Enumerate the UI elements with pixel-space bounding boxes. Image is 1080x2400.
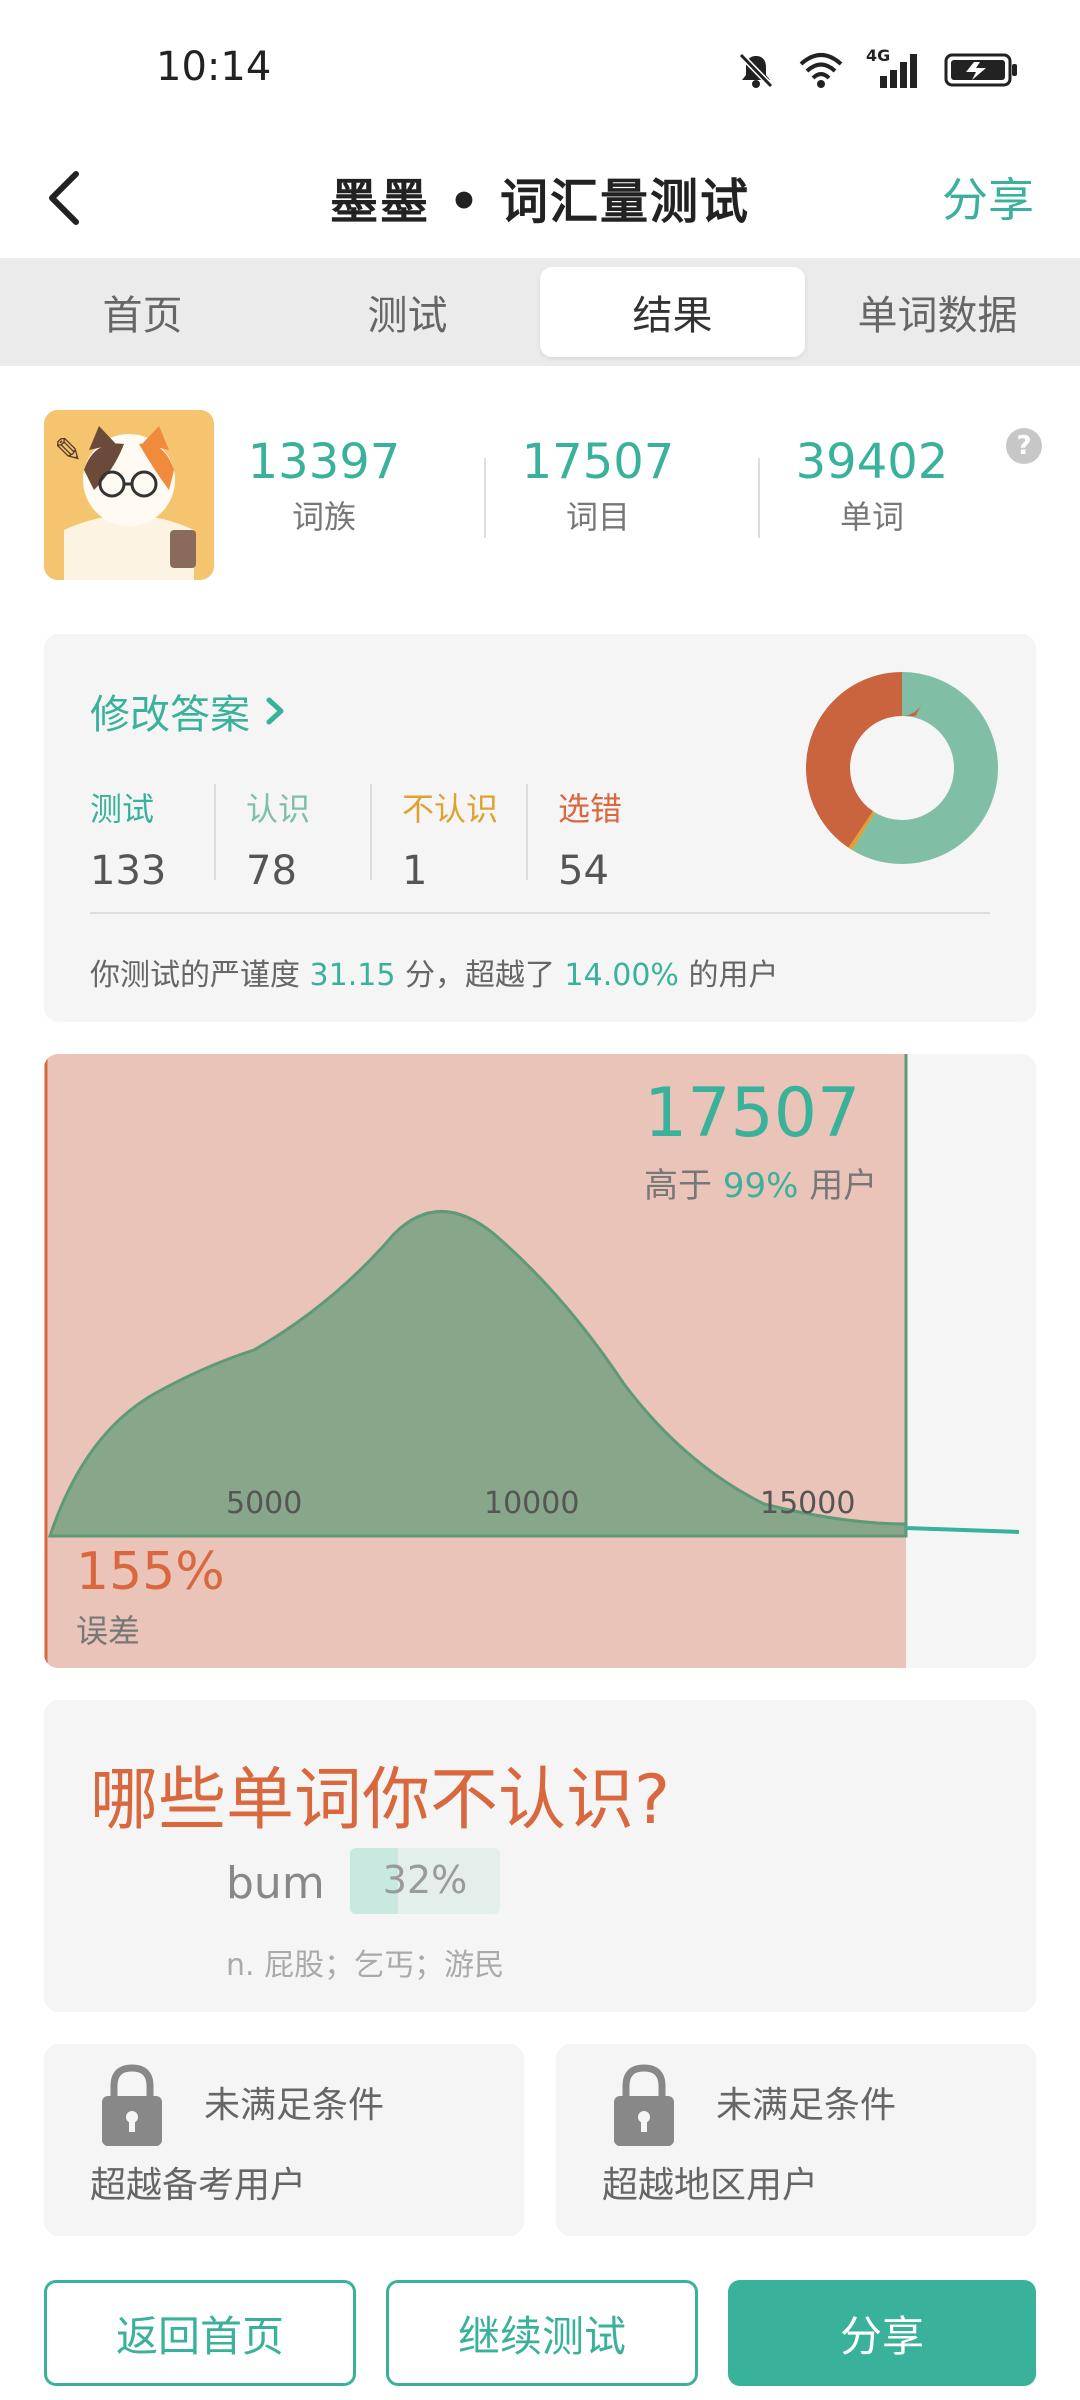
result-percentile: 高于 99% 用户 — [644, 1158, 877, 1207]
achievement-card-exam[interactable]: 未满足条件 超越备考用户 — [44, 2044, 524, 2236]
network-label: 4G — [866, 46, 891, 65]
edit-answers-link[interactable]: 修改答案 — [90, 682, 286, 740]
divider — [370, 784, 372, 880]
percentile-suffix: 用户 — [798, 1166, 878, 1206]
lock-icon — [614, 2064, 674, 2146]
tab-test[interactable]: 测试 — [275, 267, 540, 357]
answer-donut-chart — [806, 672, 998, 864]
status-time: 10:14 — [156, 44, 272, 90]
metric-known: 认识 78 — [246, 784, 310, 894]
bell-muted-icon — [738, 52, 774, 89]
unknown-words-card[interactable]: 哪些单词你不认识? bum 32% n. 屁股；乞丐；游民 — [44, 1700, 1036, 2012]
unknown-word-percent-bar: 32% — [350, 1848, 500, 1914]
stat-value: 13397 — [247, 434, 401, 490]
percentile-value: 99% — [722, 1166, 799, 1206]
achievement-status: 未满足条件 — [204, 2085, 385, 2126]
metric-wrong: 选错 54 — [558, 784, 622, 894]
unknown-word-definition: n. 屁股；乞丐；游民 — [226, 1948, 505, 1983]
percentile-prefix: 高于 — [644, 1166, 723, 1206]
help-icon[interactable]: ? — [1006, 428, 1042, 464]
rigor-percent: 14.00% — [564, 958, 679, 993]
divider — [484, 458, 486, 538]
tab-result[interactable]: 结果 — [540, 267, 805, 357]
metric-label: 不认识 — [402, 790, 499, 828]
rigor-suffix: 的用户 — [678, 958, 779, 993]
avatar: ✎ — [44, 410, 214, 580]
result-value: 17507 — [644, 1074, 861, 1153]
divider — [214, 784, 216, 880]
share-link[interactable]: 分享 — [942, 164, 1034, 230]
stat-headword: 17507 词目 — [498, 434, 698, 538]
chevron-right-icon — [266, 697, 284, 725]
metric-unknown: 不认识 1 — [402, 784, 498, 894]
metric-tested: 测试 133 — [90, 784, 166, 894]
metric-value: 133 — [90, 848, 167, 894]
achievement-status: 未满足条件 — [716, 2085, 897, 2126]
distribution-tail-line — [905, 1526, 1020, 1534]
divider — [90, 912, 990, 914]
rigor-score: 31.15 — [309, 958, 396, 993]
continue-test-button[interactable]: 继续测试 — [386, 2280, 698, 2386]
metric-value: 78 — [246, 848, 297, 894]
stat-label: 单词 — [839, 498, 904, 536]
stat-label: 词族 — [291, 498, 356, 536]
unknown-word-percent: 32% — [382, 1858, 468, 1902]
metric-value: 1 — [402, 848, 428, 894]
unknown-word: bum — [226, 1858, 325, 1909]
metric-label: 测试 — [90, 790, 155, 828]
vocabulary-stats: ✎ 13397 词族 17507 词目 39402 单词 ? — [44, 410, 1044, 580]
stat-value: 39402 — [795, 434, 949, 490]
achievement-description: 超越地区用户 — [602, 2165, 819, 2206]
wifi-icon — [799, 53, 843, 88]
x-tick-label: 5000 — [226, 1486, 303, 1521]
rigor-prefix: 你测试的严谨度 — [90, 958, 310, 993]
achievement-card-region[interactable]: 未满足条件 超越地区用户 — [556, 2044, 1036, 2236]
signal-4g-icon: 4G — [866, 46, 922, 90]
answer-summary-card: 修改答案 测试 133 认识 78 不认识 1 选错 54 你测试的严谨度 31… — [44, 634, 1036, 1022]
rigor-mid: 分，超越了 — [395, 958, 565, 993]
tab-home[interactable]: 首页 — [10, 267, 275, 357]
back-home-button[interactable]: 返回首页 — [44, 2280, 356, 2386]
stat-words: 39402 单词 — [772, 434, 972, 538]
stat-word-family: 13397 词族 — [224, 434, 424, 538]
app-header: 墨墨 • 词汇量测试 分享 — [0, 140, 1080, 260]
divider — [758, 458, 760, 538]
error-value: 155% — [76, 1542, 225, 1602]
avatar-doodle: ✎ — [54, 431, 83, 471]
rigor-summary: 你测试的严谨度 31.15 分，超越了 14.00% 的用户 — [90, 950, 778, 994]
vocabulary-distribution-chart: 17507 高于 99% 用户 5000 10000 15000 155% 误差 — [44, 1054, 1036, 1668]
lock-icon — [102, 2064, 162, 2146]
unknown-words-title: 哪些单词你不认识? — [90, 1761, 671, 1840]
status-icons: 4G — [736, 46, 1020, 90]
edit-answers-label: 修改答案 — [90, 692, 250, 738]
x-tick-label: 15000 — [760, 1486, 856, 1521]
metric-value: 54 — [558, 848, 609, 894]
page-title: 墨墨 • 词汇量测试 — [329, 174, 751, 230]
achievement-description: 超越备考用户 — [90, 2165, 307, 2206]
metric-label: 认识 — [246, 790, 311, 828]
status-bar: 10:14 4G — [0, 0, 1080, 140]
error-label: 误差 — [76, 1612, 141, 1650]
x-tick-label: 10000 — [484, 1486, 580, 1521]
battery-charging-icon — [944, 53, 1017, 87]
stat-label: 词目 — [565, 498, 630, 536]
stat-value: 17507 — [521, 434, 675, 490]
divider — [526, 784, 528, 880]
metric-label: 选错 — [558, 790, 623, 828]
share-button[interactable]: 分享 — [728, 2280, 1036, 2386]
tab-word-data[interactable]: 单词数据 — [805, 267, 1070, 357]
tab-bar: 首页 测试 结果 单词数据 — [0, 258, 1080, 366]
